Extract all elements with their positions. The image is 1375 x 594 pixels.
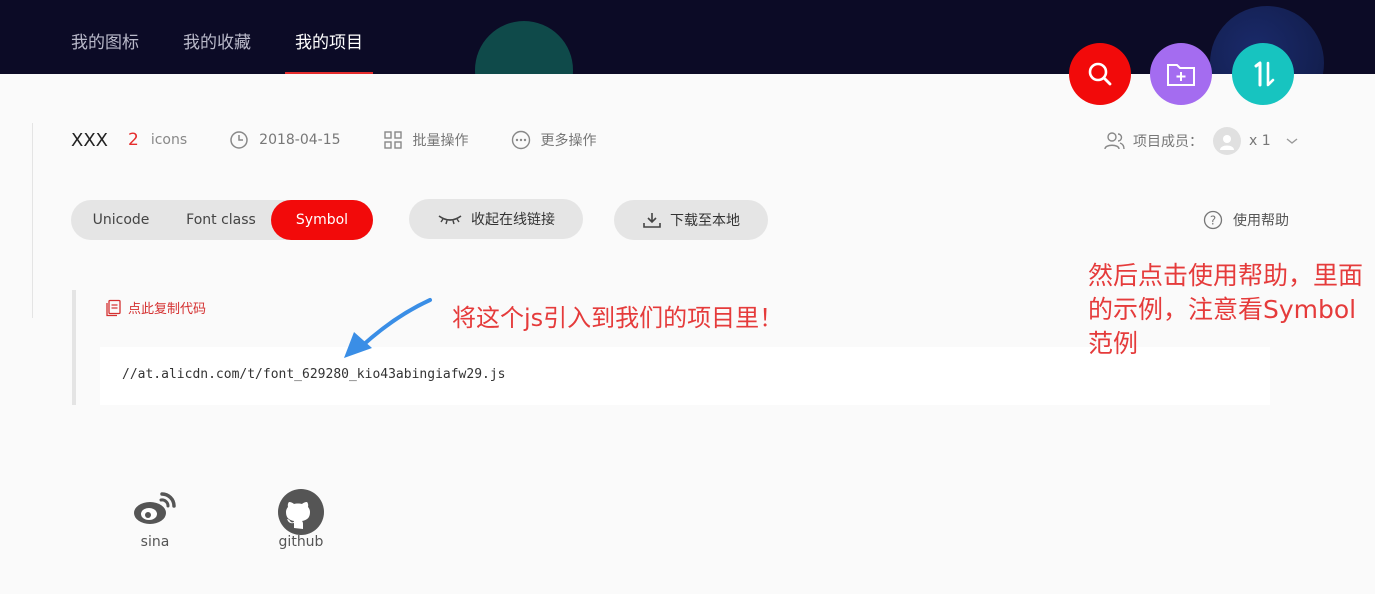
sort-button[interactable] — [1232, 43, 1294, 105]
search-button[interactable] — [1069, 43, 1131, 105]
collapse-online-link-label: 收起在线链接 — [471, 212, 555, 228]
avatar — [1213, 127, 1241, 155]
main-nav: 我的图标 我的收藏 我的项目 — [71, 0, 407, 74]
project-info: XXX 2 icons 2018-04-15 批量操作 更多操作 — [71, 123, 597, 157]
copy-code-label: 点此复制代码 — [128, 302, 207, 317]
user-avatar-icon — [1220, 135, 1234, 150]
grid-icon — [383, 131, 402, 149]
batch-operation-button[interactable]: 批量操作 — [383, 130, 469, 150]
members-icon — [1104, 132, 1125, 150]
clock-icon — [230, 131, 248, 149]
tab-font-class[interactable]: Font class — [171, 200, 271, 240]
svg-text:?: ? — [1210, 214, 1216, 228]
nav-my-icons[interactable]: 我的图标 — [71, 0, 139, 74]
icon-count-unit: icons — [150, 132, 188, 148]
members-label: 项目成员： — [1133, 134, 1203, 150]
download-local-button[interactable]: 下载至本地 — [614, 200, 768, 240]
folder-add-icon — [1167, 64, 1195, 86]
copy-icon — [106, 299, 121, 316]
add-folder-button[interactable] — [1150, 43, 1212, 105]
eye-closed-icon — [438, 215, 462, 225]
more-operations-button[interactable]: 更多操作 — [511, 130, 597, 150]
icon-count: 2 — [128, 130, 139, 150]
github-icon — [278, 489, 324, 535]
arrow-annotation — [344, 298, 432, 358]
nav-my-favorites[interactable]: 我的收藏 — [183, 0, 251, 74]
tab-unicode[interactable]: Unicode — [71, 200, 171, 240]
help-link[interactable]: ? 使用帮助 — [1203, 210, 1289, 230]
help-label: 使用帮助 — [1233, 213, 1289, 229]
download-local-label: 下载至本地 — [670, 213, 740, 229]
project-name: XXX — [71, 129, 108, 151]
sina-label: sina — [140, 534, 170, 550]
search-icon — [1088, 62, 1112, 86]
more-operations-label: 更多操作 — [540, 133, 597, 149]
project-members[interactable]: 项目成员： x 1 — [1103, 124, 1299, 158]
more-icon — [511, 130, 530, 150]
copy-code-button[interactable]: 点此复制代码 — [104, 298, 206, 317]
sina-link[interactable]: sina — [115, 488, 195, 550]
nav-my-projects[interactable]: 我的项目 — [285, 0, 373, 74]
decorative-circle — [475, 21, 573, 74]
chevron-down-icon — [1286, 138, 1298, 144]
date-text: 2018-04-15 — [259, 132, 341, 148]
collapse-online-link-button[interactable]: 收起在线链接 — [409, 199, 583, 239]
divider — [32, 123, 33, 318]
annotation-note-2: 然后点击使用帮助，里面的示例，注意看Symbol范例 — [1088, 261, 1364, 358]
tab-symbol[interactable]: Symbol — [271, 200, 373, 240]
question-icon: ? — [1203, 210, 1223, 230]
github-label: github — [278, 534, 324, 550]
project-date: 2018-04-15 — [229, 130, 341, 150]
github-link[interactable]: github — [261, 488, 341, 550]
annotation-note-1: 将这个js引入到我们的项目里！ — [452, 304, 784, 332]
weibo-icon — [134, 492, 176, 524]
batch-operation-label: 批量操作 — [412, 133, 469, 149]
format-tabs: Unicode Font class Symbol — [71, 200, 373, 240]
members-count: x 1 — [1249, 133, 1271, 149]
sort-icon — [1254, 61, 1275, 87]
download-icon — [643, 213, 661, 228]
